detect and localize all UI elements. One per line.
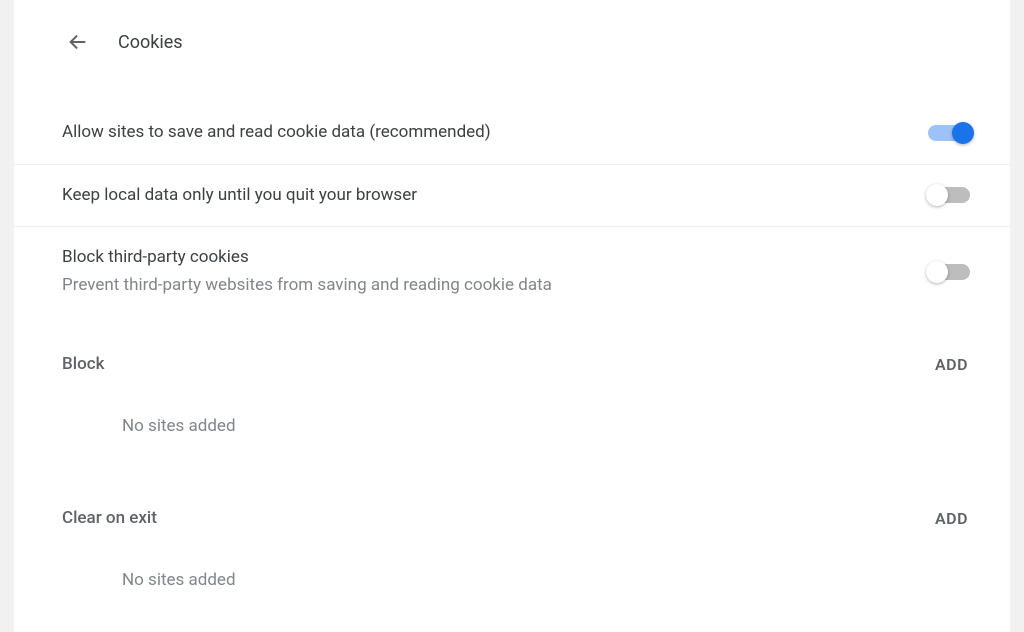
- toggle-allow-cookies[interactable]: [928, 125, 970, 141]
- page-title: Cookies: [118, 32, 183, 53]
- row-sublabel: Prevent third-party websites from saving…: [62, 273, 928, 299]
- row-text: Keep local data only until you quit your…: [62, 183, 928, 209]
- cookies-settings-page: Cookies Allow sites to save and read coo…: [14, 0, 1010, 632]
- back-arrow-icon[interactable]: [66, 30, 90, 54]
- toggle-row-keep-until-quit: Keep local data only until you quit your…: [14, 165, 1010, 228]
- section-title: Block: [62, 354, 104, 374]
- row-label: Keep local data only until you quit your…: [62, 183, 928, 209]
- row-label: Allow sites to save and read cookie data…: [62, 120, 928, 146]
- section-header-block: Block ADD: [14, 336, 1010, 374]
- toggle-block-third-party[interactable]: [928, 264, 970, 280]
- clear-on-exit-empty-text: No sites added: [14, 528, 1010, 590]
- toggle-thumb: [926, 261, 948, 283]
- add-clear-on-exit-button[interactable]: ADD: [935, 509, 968, 528]
- toggle-row-block-third-party: Block third-party cookies Prevent third-…: [14, 227, 1010, 306]
- section-title: Clear on exit: [62, 508, 157, 528]
- add-block-button[interactable]: ADD: [935, 355, 968, 374]
- toggle-thumb: [952, 122, 974, 144]
- toggle-keep-until-quit[interactable]: [928, 187, 970, 203]
- toggle-thumb: [926, 184, 948, 206]
- row-label: Block third-party cookies: [62, 245, 928, 271]
- section-header-clear-on-exit: Clear on exit ADD: [14, 490, 1010, 528]
- toggle-row-allow-cookies: Allow sites to save and read cookie data…: [14, 102, 1010, 165]
- toggle-list: Allow sites to save and read cookie data…: [14, 102, 1010, 306]
- row-text: Block third-party cookies Prevent third-…: [62, 245, 928, 298]
- block-empty-text: No sites added: [14, 374, 1010, 436]
- page-header: Cookies: [14, 18, 1010, 66]
- row-text: Allow sites to save and read cookie data…: [62, 120, 928, 146]
